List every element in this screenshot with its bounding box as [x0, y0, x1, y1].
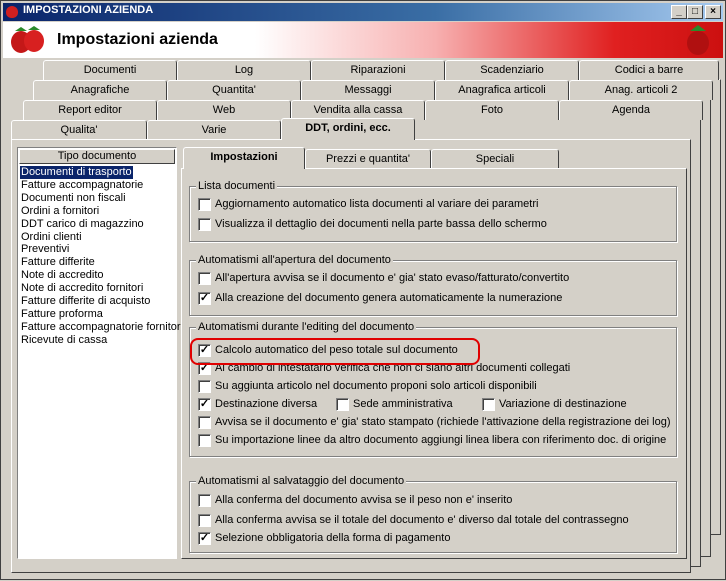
tab-riparazioni[interactable]: Riparazioni: [311, 60, 445, 80]
list-item[interactable]: Fatture proforma: [20, 308, 104, 321]
group-title-lista-documenti: Lista documenti: [196, 180, 278, 192]
tab-ddt-ordini[interactable]: DDT, ordini, ecc.: [281, 118, 415, 140]
group-title-editing: Automatismi durante l'editing del docume…: [196, 321, 417, 333]
group-title-salvataggio: Automatismi al salvataggio del documento: [196, 475, 407, 487]
tab-anagrafiche[interactable]: Anagrafiche: [33, 80, 167, 100]
list-item[interactable]: Ricevute di cassa: [20, 334, 108, 347]
list-item[interactable]: Note di accredito fornitori: [20, 282, 144, 295]
group-salvataggio: [189, 481, 677, 553]
list-item[interactable]: Fatture accompagnatorie: [20, 179, 144, 192]
group-title-apertura: Automatismi all'apertura del documento: [196, 254, 393, 266]
group-lista-documenti: [189, 186, 677, 242]
strawberry-right-icon: [687, 25, 709, 55]
list-item[interactable]: Documenti non fiscali: [20, 192, 127, 205]
settings-window: IMPOSTAZIONI AZIENDA _ □ × Impostazioni …: [0, 0, 726, 580]
tab-messaggi[interactable]: Messaggi: [301, 80, 435, 100]
tab-documenti[interactable]: Documenti: [43, 60, 177, 80]
list-item[interactable]: DDT carico di magazzino: [20, 218, 145, 231]
list-item[interactable]: Note di accredito: [20, 269, 105, 282]
highlight-annotation: [190, 338, 480, 365]
close-button[interactable]: ×: [705, 5, 721, 19]
group-apertura: [189, 260, 677, 316]
tab-varie[interactable]: Varie: [147, 120, 281, 140]
tab-codici-a-barre[interactable]: Codici a barre: [579, 60, 719, 80]
strawberries-logo-icon: [11, 26, 44, 53]
list-item[interactable]: Ordini a fornitori: [20, 205, 100, 218]
tab-report-editor[interactable]: Report editor: [23, 100, 157, 120]
page-title: Impostazioni azienda: [57, 31, 218, 48]
tab-anagrafica-articoli[interactable]: Anagrafica articoli: [435, 80, 569, 100]
window-title: IMPOSTAZIONI AZIENDA: [23, 4, 154, 16]
tab-foto[interactable]: Foto: [425, 100, 559, 120]
tab-anag-articoli-2[interactable]: Anag. articoli 2: [569, 80, 713, 100]
document-type-header[interactable]: Tipo documento: [19, 149, 175, 164]
tab-scadenziario[interactable]: Scadenziario: [445, 60, 579, 80]
tab-qualita[interactable]: Qualita': [11, 120, 147, 140]
list-item[interactable]: Fatture differite di acquisto: [20, 295, 151, 308]
document-type-items: Documenti di trasporto Fatture accompagna…: [17, 166, 183, 556]
strawberry-icon: [6, 6, 18, 18]
minimize-button[interactable]: _: [671, 5, 687, 19]
maximize-button[interactable]: □: [687, 5, 703, 19]
tab-quantita[interactable]: Quantita': [167, 80, 301, 100]
tab-log[interactable]: Log: [177, 60, 311, 80]
list-item[interactable]: Ordini clienti: [20, 231, 83, 244]
tab-web[interactable]: Web: [157, 100, 291, 120]
list-item[interactable]: Preventivi: [20, 243, 70, 256]
tab-agenda[interactable]: Agenda: [559, 100, 703, 120]
tab-impostazioni[interactable]: Impostazioni: [183, 147, 305, 169]
tab-vendita-alla-cassa[interactable]: Vendita alla cassa: [291, 100, 425, 120]
tab-prezzi-e-quantita[interactable]: Prezzi e quantita': [305, 149, 431, 169]
tab-speciali[interactable]: Speciali: [431, 149, 559, 169]
list-item[interactable]: Fatture differite: [20, 256, 96, 269]
list-item[interactable]: Fatture accompagnatorie fornitori: [20, 321, 184, 334]
list-item[interactable]: Documenti di trasporto: [20, 166, 133, 179]
